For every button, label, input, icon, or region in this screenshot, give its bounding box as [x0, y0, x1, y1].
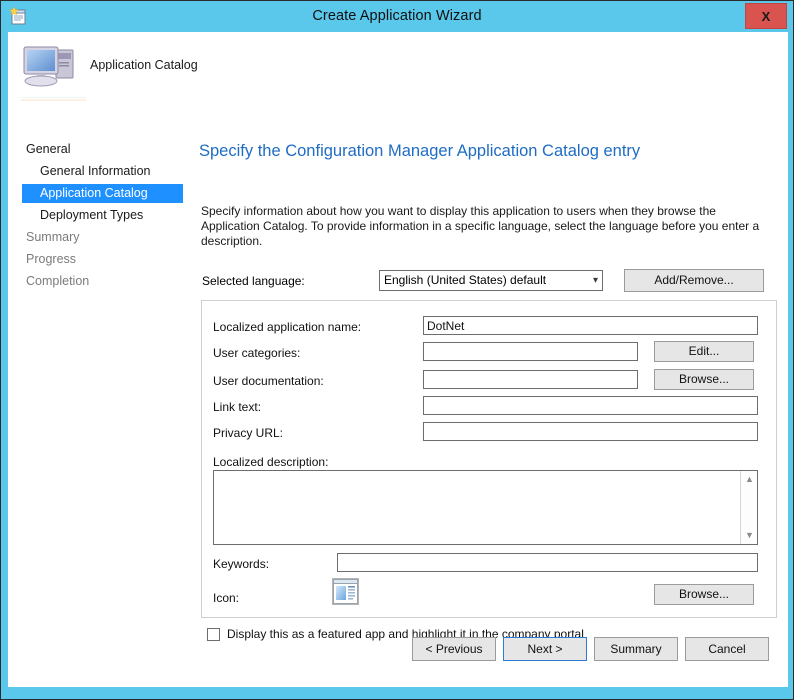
sidebar-item-completion[interactable]: Completion	[22, 272, 89, 291]
cancel-button[interactable]: Cancel	[685, 637, 769, 661]
link-text-input[interactable]	[423, 396, 758, 415]
description-scrollbar[interactable]: ▲ ▼	[740, 471, 757, 544]
user-documentation-label: User documentation:	[213, 374, 324, 388]
localized-description-label: Localized description:	[213, 455, 329, 469]
scroll-down-icon[interactable]: ▼	[741, 527, 758, 544]
computer-icon	[18, 40, 84, 90]
wizard-sidebar: General General Information Application …	[8, 96, 188, 687]
page-title: Specify the Configuration Manager Applic…	[199, 142, 641, 160]
wizard-document-icon	[9, 6, 28, 26]
sidebar-item-progress[interactable]: Progress	[22, 250, 76, 269]
language-select[interactable]: English (United States) default ▾	[379, 270, 603, 291]
wizard-window: Create Application Wizard X Application …	[0, 0, 794, 700]
titlebar: Create Application Wizard X	[1, 1, 793, 32]
localized-description-wrapper: ▲ ▼	[213, 470, 758, 545]
wizard-header-label: Application Catalog	[90, 58, 198, 72]
user-categories-label: User categories:	[213, 346, 301, 360]
chevron-down-icon: ▾	[592, 275, 598, 286]
wizard-footer: < Previous Next > Summary Cancel	[8, 617, 788, 687]
wizard-header: Application Catalog	[8, 32, 788, 96]
localized-app-name-label: Localized application name:	[213, 320, 362, 334]
previous-button[interactable]: < Previous	[412, 637, 496, 661]
localized-app-name-input[interactable]	[423, 316, 758, 335]
privacy-url-label: Privacy URL:	[213, 426, 284, 440]
user-documentation-browse-button[interactable]: Browse...	[654, 369, 754, 390]
localized-description-textarea[interactable]	[214, 471, 741, 544]
sidebar-item-application-catalog[interactable]: Application Catalog	[22, 184, 183, 203]
icon-label: Icon:	[213, 591, 240, 605]
user-documentation-input[interactable]	[423, 370, 638, 389]
selected-language-label: Selected language:	[202, 274, 305, 288]
application-window-icon[interactable]	[332, 578, 359, 605]
user-categories-edit-button[interactable]: Edit...	[654, 341, 754, 362]
icon-browse-button[interactable]: Browse...	[654, 584, 754, 605]
add-remove-button[interactable]: Add/Remove...	[624, 269, 764, 292]
client-area: Application Catalog General General Info…	[8, 32, 788, 687]
link-text-label: Link text:	[213, 400, 262, 414]
next-button[interactable]: Next >	[503, 637, 587, 661]
privacy-url-input[interactable]	[423, 422, 758, 441]
user-categories-input[interactable]	[423, 342, 638, 361]
scroll-up-icon[interactable]: ▲	[741, 471, 758, 488]
keywords-input[interactable]	[337, 553, 758, 572]
catalog-entry-panel: Localized application name: User categor…	[201, 300, 777, 618]
sidebar-item-general[interactable]: General	[22, 140, 70, 159]
close-button[interactable]: X	[745, 3, 787, 29]
summary-button[interactable]: Summary	[594, 637, 678, 661]
sidebar-item-summary[interactable]: Summary	[22, 228, 79, 247]
sidebar-item-deployment-types[interactable]: Deployment Types	[36, 206, 143, 225]
content-pane: Specify the Configuration Manager Applic…	[188, 96, 788, 687]
keywords-label: Keywords:	[213, 557, 270, 571]
page-description: Specify information about how you want t…	[201, 204, 760, 248]
sidebar-item-general-information[interactable]: General Information	[36, 162, 150, 181]
window-title: Create Application Wizard	[312, 8, 482, 24]
sidebar-separator	[21, 96, 86, 103]
language-select-value: English (United States) default	[384, 273, 547, 287]
